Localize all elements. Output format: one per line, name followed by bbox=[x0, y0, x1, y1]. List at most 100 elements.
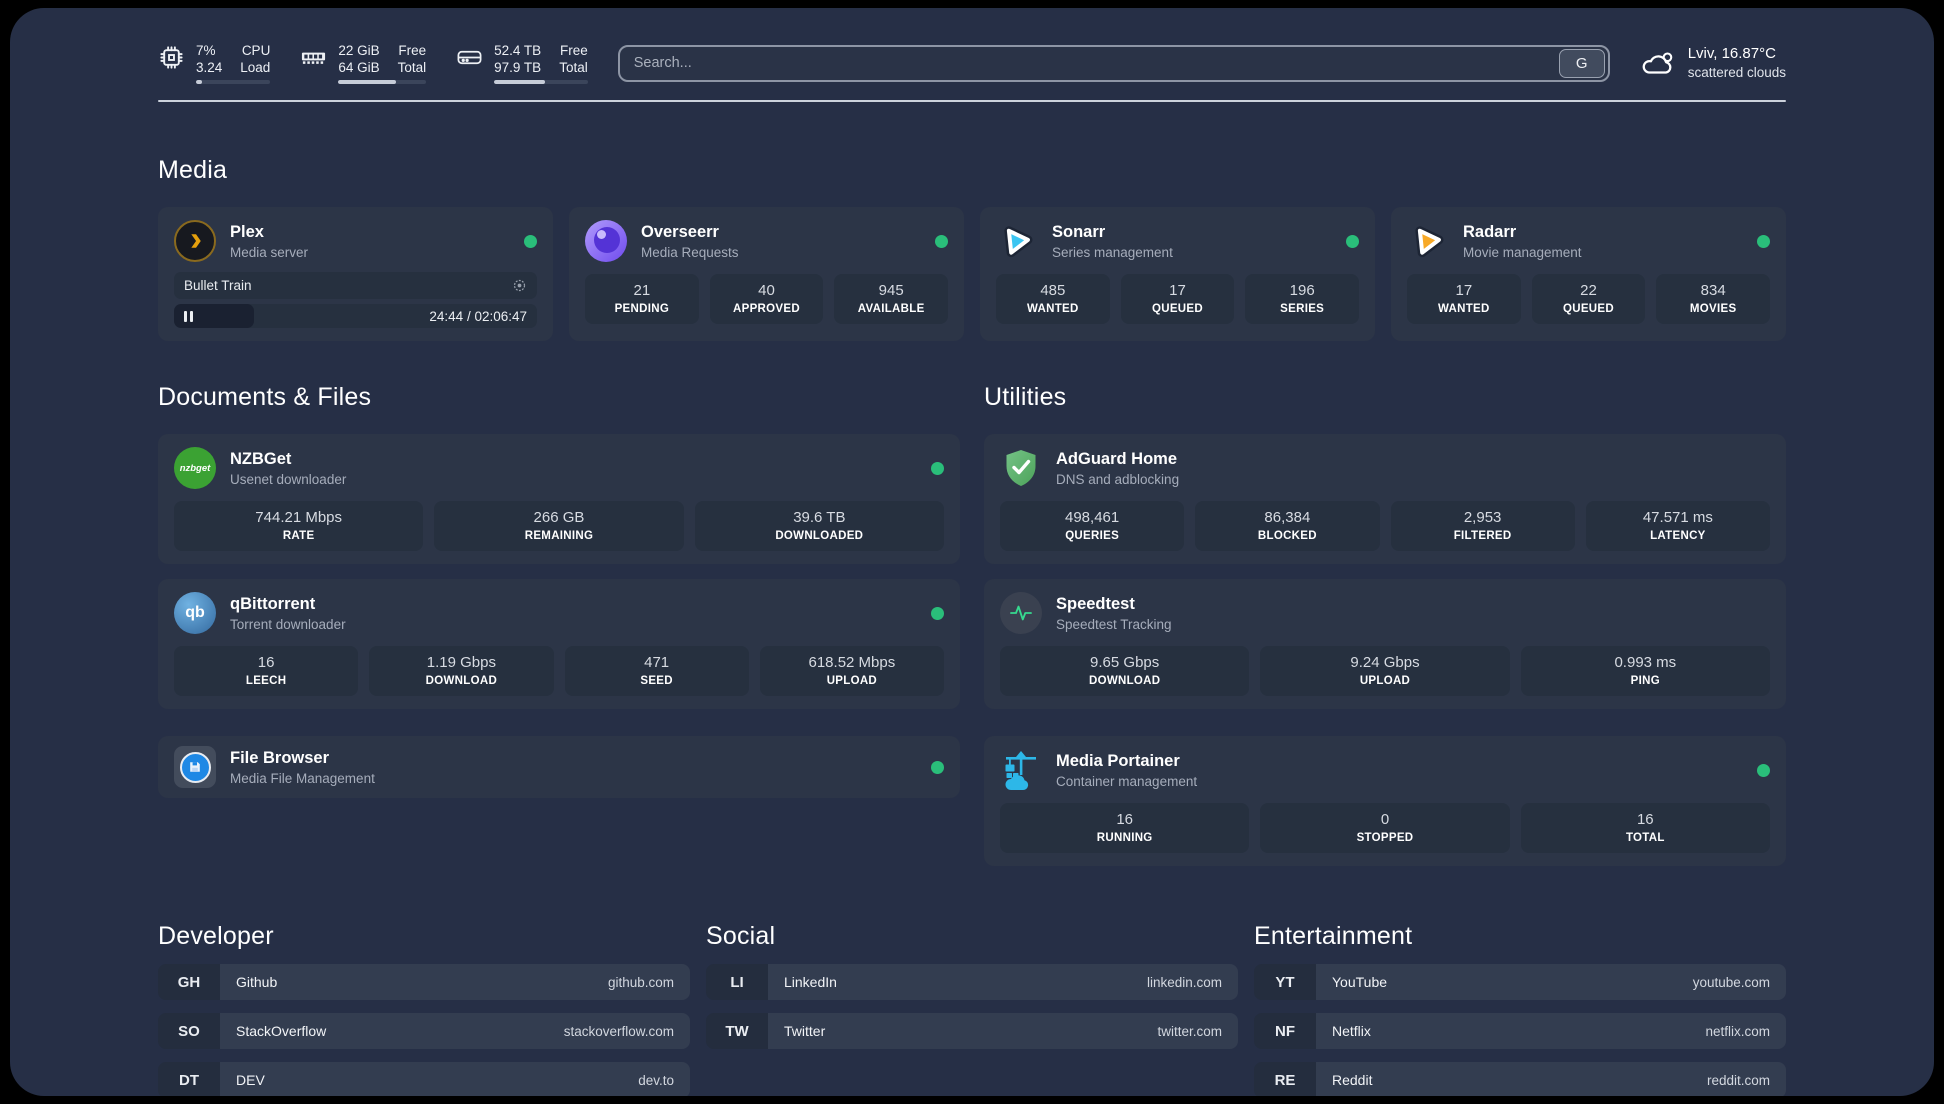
bookmark-twitter[interactable]: TW Twitter twitter.com bbox=[706, 1013, 1238, 1049]
stat-value: 471 bbox=[644, 654, 670, 671]
stat-tile: 0 STOPPED bbox=[1260, 803, 1510, 853]
search-input[interactable]: Search... G bbox=[617, 44, 1610, 82]
stat-tile: 1.19 Gbps DOWNLOAD bbox=[369, 646, 554, 696]
filebrowser-card[interactable]: File Browser Media File Management bbox=[158, 736, 960, 798]
bookmark-abbr: TW bbox=[706, 1013, 768, 1049]
nzbget-card[interactable]: nzbget NZBGet Usenet downloader 744.21 M… bbox=[158, 434, 960, 564]
stat-value: 266 GB bbox=[533, 509, 585, 526]
stat-tile: 945 AVAILABLE bbox=[834, 274, 948, 324]
memory-progress-bar bbox=[338, 80, 427, 84]
bookmark-abbr: SO bbox=[158, 1013, 220, 1049]
overseerr-card[interactable]: Overseerr Media Requests 21 PENDING 40 A… bbox=[569, 207, 964, 341]
stat-tile: 266 GB REMAINING bbox=[434, 501, 684, 551]
stat-tile: 9.65 Gbps DOWNLOAD bbox=[1000, 646, 1250, 696]
bookmark-reddit[interactable]: RE Reddit reddit.com bbox=[1254, 1062, 1786, 1096]
bookmark-dev[interactable]: DT DEV dev.to bbox=[158, 1062, 690, 1096]
stat-value: 21 bbox=[633, 282, 651, 299]
weather-widget: Lviv, 16.87°C scattered clouds bbox=[1638, 44, 1786, 82]
nzbget-icon: nzbget bbox=[174, 447, 216, 489]
bookmark-domain: stackoverflow.com bbox=[563, 1023, 674, 1039]
stat-tile: 16 LEECH bbox=[174, 646, 359, 696]
filebrowser-icon bbox=[174, 746, 216, 788]
stat-tile: 86,384 BLOCKED bbox=[1195, 501, 1380, 551]
stat-label: QUEUED bbox=[1562, 303, 1614, 315]
app-description: Torrent downloader bbox=[230, 616, 346, 632]
stat-label: SERIES bbox=[1280, 303, 1325, 315]
cpu-stat-group: 7% 3.24 CPU Load bbox=[158, 42, 271, 84]
bookmark-domain: twitter.com bbox=[1157, 1023, 1222, 1039]
app-name: File Browser bbox=[230, 748, 330, 767]
qbittorrent-card[interactable]: qb qBittorrent Torrent downloader 16 LEE… bbox=[158, 579, 960, 709]
disk-stat-group: 52.4 TB 97.9 TB Free Total bbox=[456, 42, 588, 84]
bookmark-github[interactable]: GH Github github.com bbox=[158, 964, 690, 1000]
stat-value: 16 bbox=[1116, 811, 1133, 828]
utilities-column: Utilities AdGuard Home DNS and adblockin… bbox=[984, 383, 1786, 866]
plex-card[interactable]: Plex Media server Bullet Train 24:44 / 0… bbox=[158, 207, 553, 341]
stat-label: DOWNLOAD bbox=[425, 675, 498, 687]
entertainment-bookmarks: Entertainment YT YouTube youtube.com NF … bbox=[1254, 922, 1786, 1096]
memory-total-label: Total bbox=[397, 60, 427, 75]
session-progress-bar[interactable]: 24:44 / 02:06:47 bbox=[174, 304, 537, 328]
stat-label: SEED bbox=[640, 675, 673, 687]
media-grid: Plex Media server Bullet Train 24:44 / 0… bbox=[158, 207, 1786, 341]
cpu-icon bbox=[160, 46, 183, 69]
stat-label: REMAINING bbox=[524, 530, 594, 542]
radarr-icon bbox=[1407, 220, 1449, 262]
sonarr-card[interactable]: Sonarr Series management 485 WANTED 17 Q… bbox=[980, 207, 1375, 341]
speedtest-card[interactable]: Speedtest Speedtest Tracking 9.65 Gbps D… bbox=[984, 579, 1786, 709]
stat-value: 17 bbox=[1455, 282, 1473, 299]
memory-free-label: Free bbox=[398, 43, 427, 58]
section-title-media: Media bbox=[158, 156, 228, 184]
stat-label: WANTED bbox=[1438, 303, 1490, 315]
portainer-card[interactable]: Media Portainer Container management 16 … bbox=[984, 736, 1786, 866]
bookmark-netflix[interactable]: NF Netflix netflix.com bbox=[1254, 1013, 1786, 1049]
stat-value: 16 bbox=[1636, 811, 1654, 828]
memory-stat-group: 22 GiB 64 GiB Free Total bbox=[300, 42, 427, 84]
stat-label: UPLOAD bbox=[1359, 675, 1411, 687]
radarr-card[interactable]: Radarr Movie management 17 WANTED 22 QUE… bbox=[1391, 207, 1786, 341]
documents-column: Documents & Files nzbget NZBGet Usenet d… bbox=[158, 383, 960, 866]
stat-label: DOWNLOADED bbox=[775, 530, 864, 542]
app-name: Sonarr bbox=[1052, 222, 1106, 241]
disk-progress-bar bbox=[494, 80, 588, 84]
stat-label: BLOCKED bbox=[1257, 530, 1317, 542]
search-engine-button[interactable]: G bbox=[1558, 48, 1605, 78]
bookmark-abbr: LI bbox=[706, 964, 768, 1000]
stat-tile: 22 QUEUED bbox=[1531, 274, 1646, 324]
adguard-card[interactable]: AdGuard Home DNS and adblocking 498,461 … bbox=[984, 434, 1786, 564]
bookmark-youtube[interactable]: YT YouTube youtube.com bbox=[1254, 964, 1786, 1000]
qbittorrent-icon: qb bbox=[174, 592, 216, 634]
stat-tile: 47.571 ms LATENCY bbox=[1585, 501, 1770, 551]
now-playing-icon bbox=[513, 279, 526, 292]
bookmark-abbr: GH bbox=[158, 964, 220, 1000]
session-time: 24:44 / 02:06:47 bbox=[429, 308, 527, 324]
stat-tile: 0.993 ms PING bbox=[1520, 646, 1770, 696]
section-title-entertainment: Entertainment bbox=[1254, 922, 1413, 950]
bookmark-abbr: YT bbox=[1254, 964, 1316, 1000]
stat-label: TOTAL bbox=[1625, 832, 1665, 844]
status-online-dot bbox=[1346, 234, 1359, 248]
bookmark-name: Twitter bbox=[784, 1023, 826, 1039]
app-name: qBittorrent bbox=[230, 594, 316, 613]
bookmark-name: Github bbox=[236, 974, 278, 990]
bookmark-stackoverflow[interactable]: SO StackOverflow stackoverflow.com bbox=[158, 1013, 690, 1049]
pause-button[interactable] bbox=[184, 304, 193, 328]
stat-label: DOWNLOAD bbox=[1088, 675, 1161, 687]
top-bar: 7% 3.24 CPU Load 22 GiB 64 GiB Free Tota… bbox=[158, 42, 1786, 84]
stat-label: UPLOAD bbox=[826, 675, 878, 687]
stat-tile: 834 MOVIES bbox=[1656, 274, 1770, 324]
section-title-developer: Developer bbox=[158, 922, 274, 950]
stat-value: 86,384 bbox=[1264, 509, 1311, 526]
stat-tile: 485 WANTED bbox=[996, 274, 1110, 324]
app-description: Media Requests bbox=[641, 244, 739, 260]
bookmark-linkedin[interactable]: LI LinkedIn linkedin.com bbox=[706, 964, 1238, 1000]
app-description: Container management bbox=[1056, 773, 1198, 789]
stat-tile: 16 RUNNING bbox=[1000, 803, 1250, 853]
social-bookmarks: Social LI LinkedIn linkedin.com TW Twitt… bbox=[706, 922, 1238, 1049]
bookmark-name: LinkedIn bbox=[784, 974, 837, 990]
bookmark-name: Reddit bbox=[1332, 1072, 1373, 1088]
plex-now-playing: Bullet Train 24:44 / 02:06:47 bbox=[174, 272, 537, 328]
dashboard-panel: 7% 3.24 CPU Load 22 GiB 64 GiB Free Tota… bbox=[10, 8, 1934, 1096]
app-name: AdGuard Home bbox=[1056, 449, 1178, 468]
stat-value: 618.52 Mbps bbox=[808, 654, 896, 671]
